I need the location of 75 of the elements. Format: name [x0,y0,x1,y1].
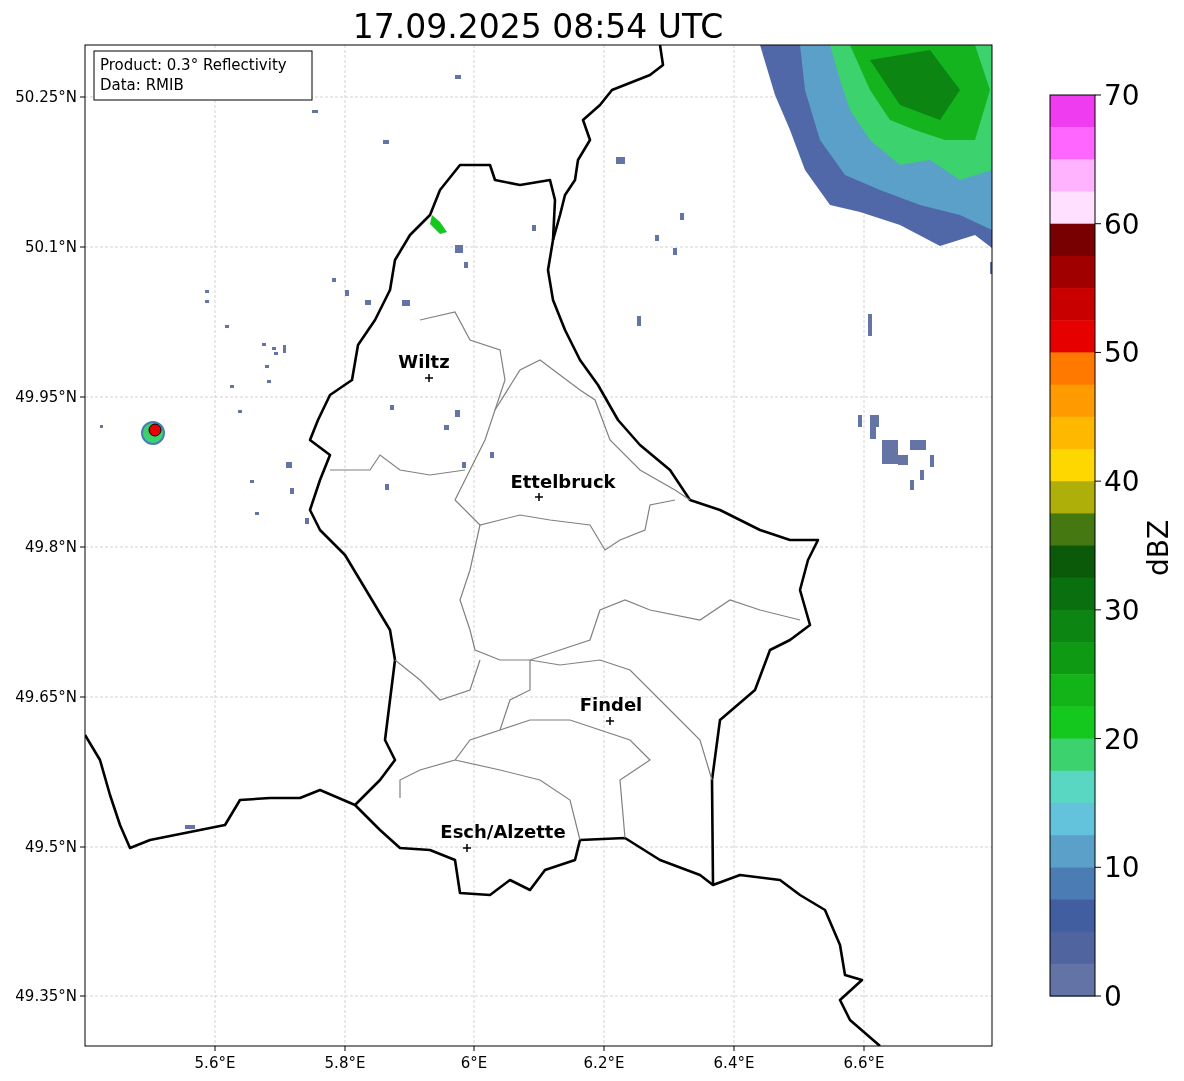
echo-speck [383,140,389,144]
echo-speck [205,300,209,303]
echo-speck [464,262,468,268]
echo-speck [930,455,934,467]
city-marker-icon [605,716,615,726]
echo-speck [444,425,449,430]
echo-speck [462,462,466,468]
echo-speck [637,316,641,326]
echo-speck [490,452,494,458]
echo-speck [250,480,254,483]
echo-speck [100,425,103,428]
echo-speck [185,825,195,829]
echo-speck [205,290,209,293]
echo-speck [532,225,536,231]
echo-speck [455,245,463,253]
latitude-label: 50.25°N [15,88,77,106]
echo-speck [455,410,460,417]
longitude-label: 6.6°E [843,1054,885,1072]
echo-speck [312,110,318,113]
colorbar-tick-label: 20 [1104,722,1140,756]
latitude-label: 49.35°N [15,987,77,1005]
city-marker-icon [424,373,434,383]
latitude-label: 49.8°N [24,538,77,556]
longitude-label: 6.2°E [583,1054,625,1072]
echo-speck [868,314,872,336]
longitude-label: 6.4°E [713,1054,755,1072]
colorbar-tick-label: 30 [1104,593,1140,627]
city-label: Findel [579,694,643,715]
longitude-label: 5.6°E [194,1054,236,1072]
longitude-label: 5.8°E [324,1054,366,1072]
echo-speck [225,325,229,328]
echo-speck [910,440,926,450]
echo-speck [390,405,394,410]
echo-speck [680,213,684,220]
city-marker-icon [462,843,472,853]
echo-speck [345,290,349,296]
echo-speck [385,484,389,490]
latitude-label: 49.5°N [24,838,77,856]
longitude-label: 6°E [460,1054,488,1072]
echo-speck [305,518,309,524]
echo-speck [286,462,292,468]
colorbar-tick-label: 40 [1104,465,1140,499]
echo-speck [255,512,259,515]
colorbar-label: dBZ [1142,519,1175,577]
echo-speck [332,278,336,282]
info-text: Data: RMIB [100,76,184,94]
city-label: Esch/Alzette [440,821,566,842]
echo-speck [267,380,271,383]
echo-speck [616,157,625,164]
latitude-label: 49.65°N [15,688,77,706]
echo-speck [430,215,447,234]
echo-speck [365,300,371,305]
echo-speck [455,75,461,79]
colorbar-tick-label: 10 [1104,851,1140,885]
echo-speck [673,248,677,255]
colorbar-tick-label: 0 [1104,980,1122,1013]
echo-speck [655,235,659,241]
echo-speck [265,365,269,368]
radar-site-marker [141,421,165,445]
city-label: Wiltz [398,351,450,372]
city-label: Ettelbruck [510,471,616,492]
echo-speck [238,410,242,413]
echo-speck [230,385,234,388]
city-marker-icon [534,492,544,502]
echo-speck [858,415,862,427]
echo-speck [290,488,294,494]
latitude-label: 50.1°N [24,238,77,256]
latitude-label: 49.95°N [15,388,77,406]
chart-title: 17.09.2025 08:54 UTC [352,7,724,46]
info-text: Product: 0.3° Reflectivity [100,56,287,74]
echo-speck [402,300,410,306]
colorbar-tick-label: 70 [1104,79,1140,112]
echo-speck [262,343,266,346]
colorbar-tick-label: 50 [1104,336,1140,370]
colorbar-tick-label: 60 [1104,207,1140,241]
